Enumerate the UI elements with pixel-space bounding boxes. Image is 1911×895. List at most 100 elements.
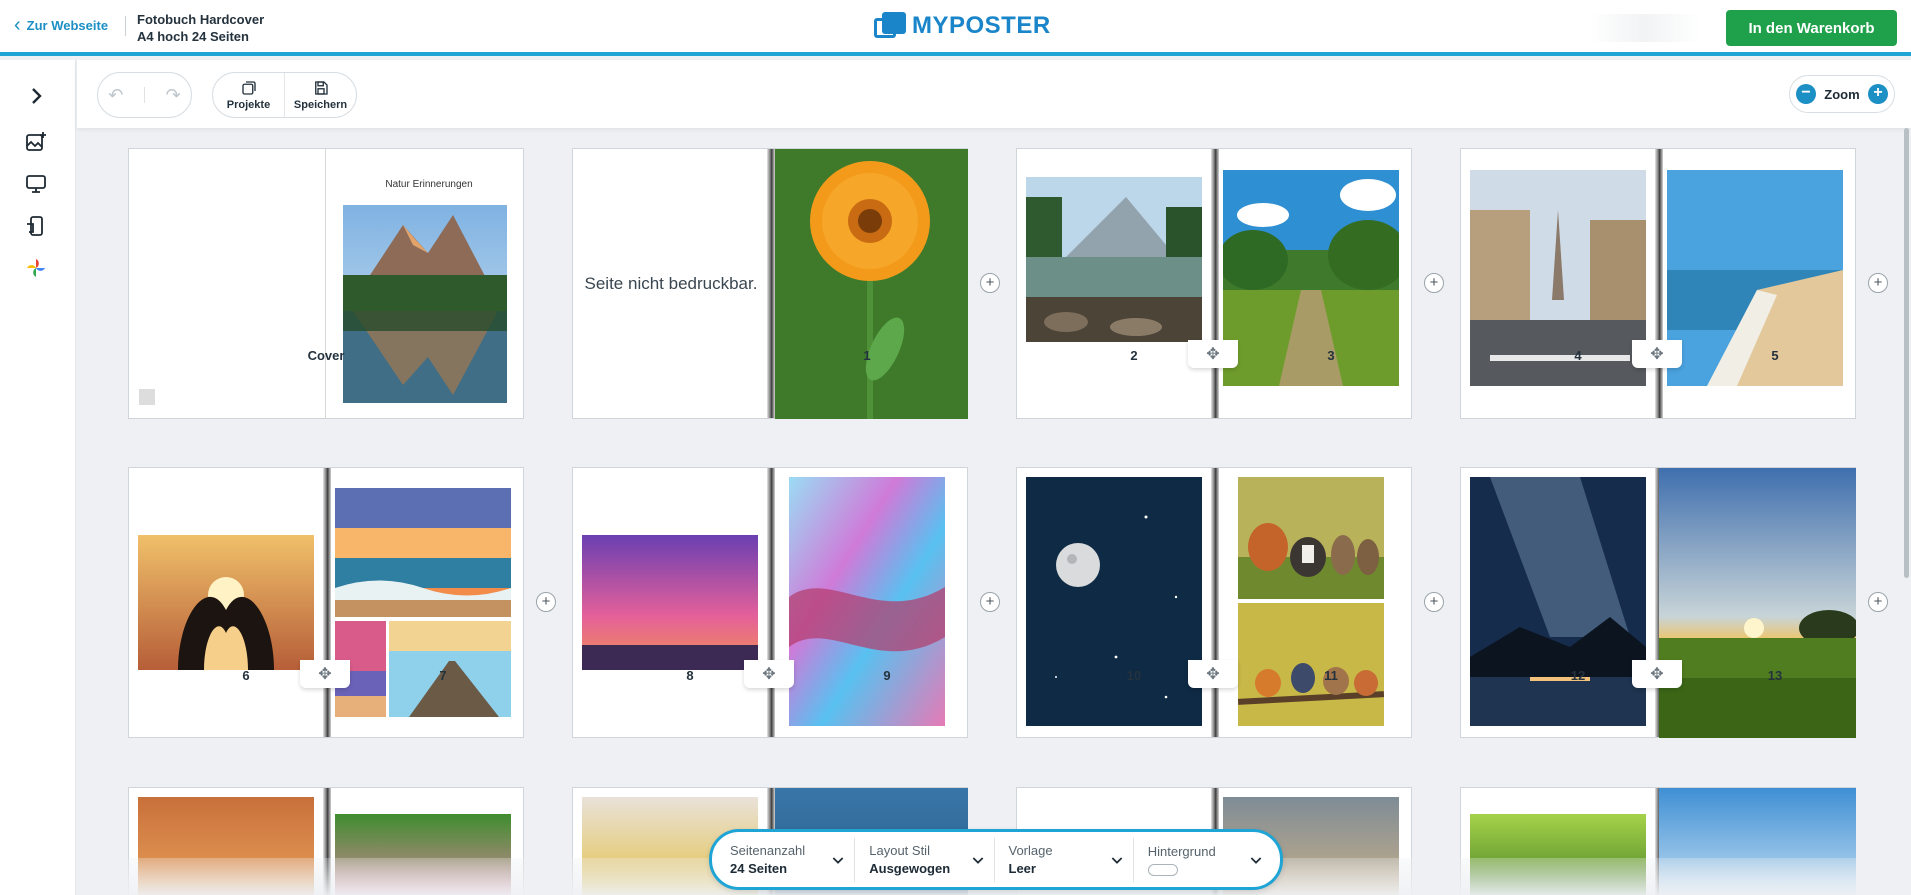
- back-to-website-link[interactable]: ‹ Zur Webseite: [14, 14, 109, 36]
- photo-birds-branch[interactable]: [1237, 603, 1385, 726]
- photo-holographic-abstract[interactable]: [789, 477, 945, 726]
- photo-river-forest[interactable]: [1026, 177, 1202, 342]
- move-icon: ✥: [1650, 346, 1664, 363]
- undo-button[interactable]: ↶: [108, 85, 123, 106]
- add-photos-button[interactable]: [22, 128, 50, 156]
- move-icon: ✥: [318, 666, 332, 683]
- top-header: ‹ Zur Webseite Fotobuch Hardcover A4 hoc…: [0, 0, 1911, 56]
- spread-4-5[interactable]: [1460, 148, 1856, 419]
- redo-button[interactable]: ↷: [166, 85, 181, 106]
- barcode-placeholder: [139, 389, 155, 405]
- spread-spine: [767, 468, 775, 737]
- photo-wheat-field-sunset[interactable]: [1659, 468, 1859, 738]
- product-name: Fotobuch Hardcover: [137, 12, 265, 27]
- zoom-out-button[interactable]: −: [1796, 84, 1816, 104]
- add-to-cart-button[interactable]: In den Warenkorb: [1726, 10, 1897, 46]
- page-label-10: 10: [1126, 668, 1142, 683]
- page-label-13: 13: [1767, 668, 1783, 683]
- vertical-scrollbar[interactable]: [1904, 128, 1909, 578]
- move-spread-handle[interactable]: ✥: [1632, 660, 1682, 688]
- undo-redo-divider: [143, 87, 145, 103]
- projects-button[interactable]: Projekte: [213, 73, 284, 117]
- page-label-3: 3: [1327, 348, 1335, 363]
- project-actions: Projekte Speichern: [212, 72, 357, 118]
- layout-style-value: Ausgewogen: [869, 861, 951, 876]
- redo-icon: ↷: [165, 84, 181, 105]
- background-select[interactable]: Hintergrund: [1132, 837, 1272, 882]
- upload-from-computer-button[interactable]: [22, 170, 50, 198]
- move-spread-handle[interactable]: ✥: [744, 660, 794, 688]
- spread-1[interactable]: Seite nicht bedruckbar.: [572, 148, 968, 419]
- google-photos-button[interactable]: [22, 254, 50, 282]
- add-pages-button[interactable]: +: [1424, 592, 1444, 612]
- move-icon: ✥: [1206, 346, 1220, 363]
- spread-spine: [767, 149, 775, 418]
- chevron-left-icon: ‹: [14, 14, 21, 36]
- spread-2-3[interactable]: [1016, 148, 1412, 419]
- move-spread-handle[interactable]: ✥: [1188, 660, 1238, 688]
- expand-sidebar-button[interactable]: [22, 82, 50, 110]
- add-pages-button[interactable]: +: [980, 273, 1000, 293]
- photo-heart-hands-sunset[interactable]: [138, 535, 314, 670]
- zoom-control: − Zoom +: [1789, 75, 1895, 113]
- price-area: [1590, 14, 1700, 42]
- page-count-select[interactable]: Seitenanzahl 24 Seiten: [726, 838, 854, 882]
- add-pages-button[interactable]: +: [1868, 273, 1888, 293]
- cover-spread[interactable]: Natur Erinnerungen: [128, 148, 524, 419]
- product-format: A4 hoch 24 Seiten: [137, 29, 249, 44]
- spread-8-9[interactable]: [572, 467, 968, 738]
- move-spread-handle[interactable]: ✥: [300, 660, 350, 688]
- page-label-7: 7: [439, 668, 447, 683]
- projects-icon: [241, 81, 256, 95]
- logo-text: MYPOSTER: [912, 12, 1051, 39]
- template-value: Leer: [1008, 861, 1036, 876]
- page-label-9: 9: [883, 668, 891, 683]
- chevron-down-icon: [832, 856, 844, 864]
- chevron-down-icon: [1250, 856, 1262, 864]
- photo-sunset-waves[interactable]: [335, 488, 511, 617]
- photo-orange-gerbera[interactable]: [775, 149, 968, 419]
- move-spread-handle[interactable]: ✥: [1188, 340, 1238, 368]
- editor-toolbar: ↶ ↷ Projekte Speichern − Zoom +: [77, 60, 1911, 128]
- add-pages-button[interactable]: +: [536, 592, 556, 612]
- save-icon: [314, 81, 328, 95]
- photo-moon-night[interactable]: [1026, 477, 1202, 726]
- logo-icon: [874, 12, 906, 40]
- move-spread-handle[interactable]: ✥: [1632, 340, 1682, 368]
- cover-title[interactable]: Natur Erinnerungen: [334, 179, 524, 190]
- back-label: Zur Webseite: [26, 17, 109, 33]
- page-count-label: Seitenanzahl: [730, 843, 806, 858]
- move-icon: ✥: [1206, 666, 1220, 683]
- upload-from-phone-button[interactable]: [22, 212, 50, 240]
- spread-10-11[interactable]: [1016, 467, 1412, 738]
- book-options-bar: Seitenanzahl 24 Seiten Layout Stil Ausge…: [709, 829, 1283, 890]
- add-pages-button[interactable]: +: [980, 592, 1000, 612]
- spread-spine: [1211, 149, 1219, 418]
- photo-purple-sky[interactable]: [582, 535, 758, 670]
- spread-6-7[interactable]: [128, 467, 524, 738]
- projects-label: Projekte: [226, 99, 271, 111]
- zoom-in-button[interactable]: +: [1867, 84, 1888, 104]
- save-button[interactable]: Speichern: [284, 73, 356, 117]
- not-printable-text: Seite nicht bedruckbar.: [584, 274, 758, 293]
- page-count-value: 24 Seiten: [730, 861, 788, 876]
- template-select[interactable]: Vorlage Leer: [993, 837, 1133, 882]
- add-pages-button[interactable]: +: [1868, 592, 1888, 612]
- spread-12-13[interactable]: [1460, 467, 1859, 738]
- photo-fox-badger-hares[interactable]: [1238, 477, 1384, 599]
- page-label-12: 12: [1570, 668, 1586, 683]
- page-label-5: 5: [1771, 348, 1779, 363]
- brand-logo[interactable]: MYPOSTER: [874, 12, 1051, 40]
- chevron-down-icon: [972, 856, 983, 864]
- zoom-label: Zoom: [1824, 86, 1860, 102]
- photo-mountain-lake[interactable]: [343, 205, 507, 403]
- layout-style-select[interactable]: Layout Stil Ausgewogen: [854, 837, 993, 882]
- move-icon: ✥: [762, 666, 776, 683]
- monitor-icon: [26, 175, 46, 193]
- photo-milky-way-lake[interactable]: [1470, 477, 1646, 726]
- cover-fold: [325, 149, 326, 418]
- page-label-6: 6: [242, 668, 250, 683]
- add-pages-button[interactable]: +: [1424, 273, 1444, 293]
- page-label-cover: Cover: [307, 348, 345, 363]
- background-label: Hintergrund: [1147, 843, 1216, 859]
